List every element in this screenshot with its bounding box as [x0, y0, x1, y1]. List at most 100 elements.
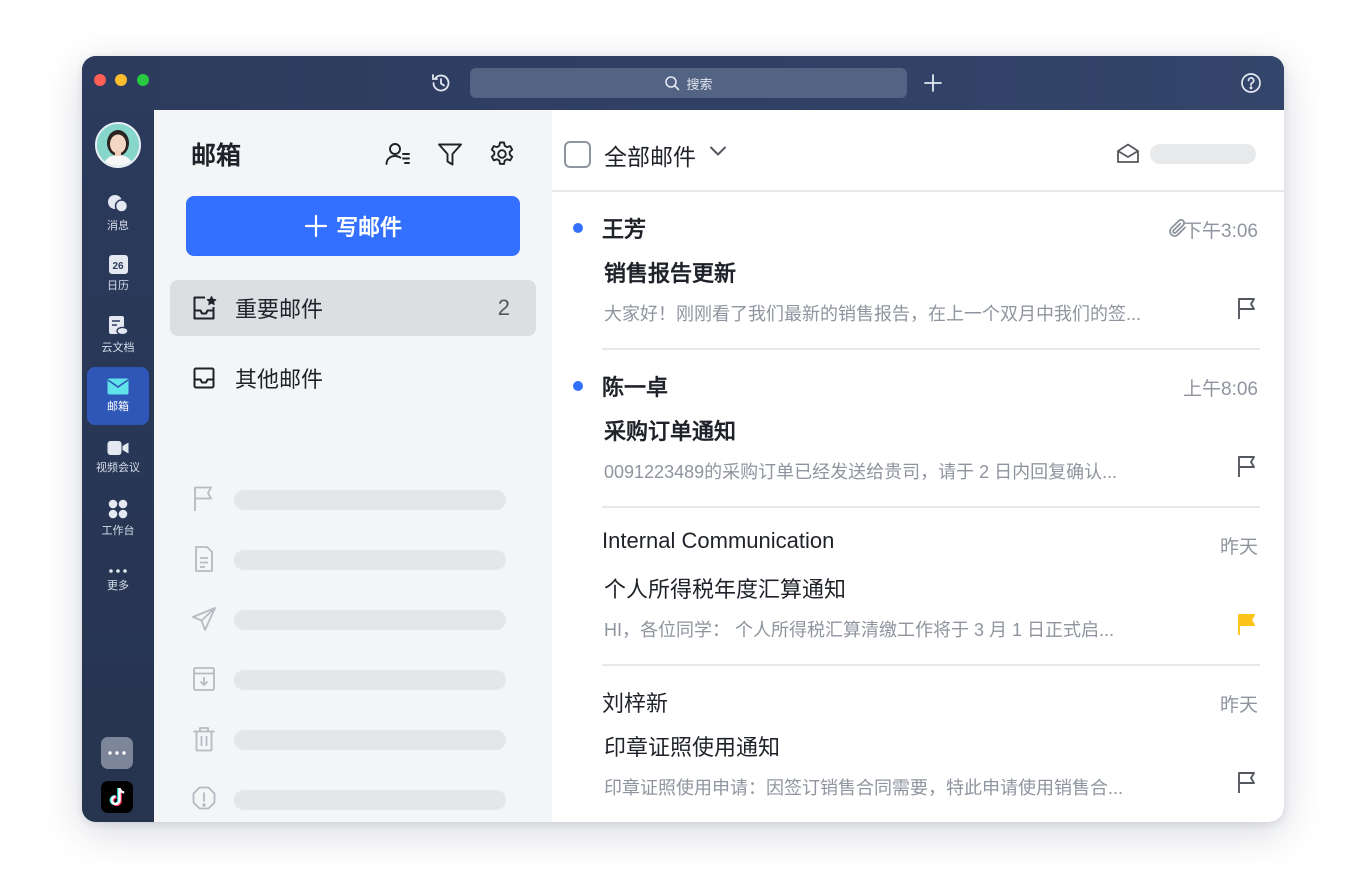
- mark-read-envelope-icon[interactable]: [1116, 142, 1140, 164]
- tiktok-logo-icon: [109, 787, 125, 807]
- history-icon[interactable]: [428, 70, 454, 96]
- rail-item-workbench[interactable]: 工作台: [87, 489, 149, 547]
- mail-preview: 0091223489的采购订单已经发送给贵司，请于 2 日内回复确认...: [604, 462, 1118, 482]
- rail-item-messages[interactable]: 消息: [87, 184, 149, 242]
- mail-time: 上午8:06: [1183, 379, 1258, 400]
- calendar-date-badge: 26: [112, 261, 124, 272]
- mail-time: 昨天: [1219, 695, 1258, 716]
- folder-trash-placeholder[interactable]: [190, 724, 506, 754]
- rail-item-mail[interactable]: 邮箱: [87, 367, 149, 425]
- warning-icon: [192, 786, 216, 810]
- avatar[interactable]: [95, 122, 141, 168]
- mail-list-header: 全部邮件: [552, 110, 1284, 192]
- rail-item-label: 更多: [107, 579, 129, 592]
- video-camera-icon: [107, 440, 129, 455]
- placeholder-pill: [1150, 144, 1256, 164]
- gear-icon[interactable]: [488, 140, 516, 168]
- flag-filled-icon[interactable]: [1236, 612, 1258, 636]
- more-dots-icon: [109, 568, 127, 573]
- mail-subject: 印章证照使用通知: [604, 735, 781, 760]
- rail-item-label: 视频会议: [96, 461, 140, 474]
- folder-label: 其他邮件: [235, 367, 324, 392]
- mail-list-panel: 全部邮件 王芳 下午3:06 销售报告更新 大家好！刚刚看了我们最新的销售报告，…: [552, 110, 1284, 822]
- folder-label: 重要邮件: [235, 297, 324, 322]
- flag-icon[interactable]: [1236, 770, 1258, 794]
- rail-item-label: 日历: [107, 280, 129, 292]
- rail-item-docs[interactable]: 云文档: [87, 306, 149, 364]
- placeholder-bar: [234, 790, 506, 810]
- placeholder-bar: [234, 490, 506, 510]
- placeholder-bar: [234, 610, 506, 630]
- app-window: 搜索 消息 26 日历 云文档 邮箱 视频会议 工作台 更多 邮箱 写邮件 重要…: [82, 56, 1284, 822]
- calendar-icon: 26: [108, 255, 128, 274]
- close-window-button[interactable]: [94, 74, 106, 86]
- unread-dot: [573, 223, 583, 233]
- document-icon: [195, 546, 213, 572]
- folder-drafts-placeholder[interactable]: [190, 544, 506, 574]
- rail-item-more[interactable]: 更多: [87, 551, 149, 609]
- mail-subject: 个人所得税年度汇算通知: [604, 577, 847, 602]
- mail-time: 昨天: [1219, 537, 1258, 558]
- search-placeholder: 搜索: [686, 76, 713, 92]
- chevron-down-icon[interactable]: [708, 144, 728, 158]
- folder-sent-placeholder[interactable]: [190, 604, 506, 634]
- search-icon: [665, 76, 680, 91]
- unread-dot: [573, 381, 583, 391]
- mail-row[interactable]: 陈一卓 上午8:06 采购订单通知 0091223489的采购订单已经发送给贵司…: [552, 350, 1284, 508]
- maximize-window-button[interactable]: [137, 74, 149, 86]
- folder-archive-placeholder[interactable]: [190, 664, 506, 694]
- rail-item-label: 邮箱: [107, 401, 129, 413]
- filter-icon[interactable]: [436, 140, 464, 168]
- mail-filter-label[interactable]: 全部邮件: [604, 138, 696, 172]
- plus-icon: [304, 214, 328, 238]
- mail-sender: 王芳: [602, 217, 647, 242]
- select-all-checkbox[interactable]: [564, 141, 591, 168]
- rail-item-calendar[interactable]: 26 日历: [87, 245, 149, 303]
- flag-icon[interactable]: [1236, 296, 1258, 320]
- send-icon: [192, 607, 216, 631]
- trash-icon: [193, 727, 215, 752]
- starred-inbox-icon: [193, 296, 217, 320]
- inbox-icon: [193, 367, 215, 389]
- folder-flagged-placeholder[interactable]: [190, 484, 506, 514]
- rail-item-label: 消息: [107, 219, 129, 232]
- title-bar: 搜索: [82, 56, 1284, 110]
- rail-item-label: 云文档: [101, 342, 135, 354]
- placeholder-bar: [234, 730, 506, 750]
- compose-label: 写邮件: [335, 215, 402, 240]
- mail-preview: 印章证照使用申请：因签订销售合同需要，特此申请使用销售合...: [604, 778, 1123, 798]
- minimize-window-button[interactable]: [115, 74, 127, 86]
- folder-other[interactable]: 其他邮件: [170, 350, 536, 406]
- mail-sidebar: 邮箱 写邮件 重要邮件 2 其他邮件: [154, 110, 552, 822]
- flag-icon[interactable]: [1236, 454, 1258, 478]
- douyin-app-button[interactable]: [101, 781, 133, 813]
- chat-icon: [108, 194, 129, 213]
- help-icon[interactable]: [1238, 70, 1264, 96]
- compose-button[interactable]: 写邮件: [186, 196, 520, 256]
- mail-sender: 刘梓新: [602, 691, 669, 716]
- mail-icon: [107, 378, 129, 395]
- mail-row[interactable]: 刘梓新 昨天 印章证照使用通知 印章证照使用申请：因签订销售合同需要，特此申请使…: [552, 666, 1284, 822]
- ellipsis-icon: [108, 751, 126, 755]
- more-apps-button[interactable]: [101, 737, 133, 769]
- rail-item-label: 工作台: [101, 524, 135, 537]
- search-input[interactable]: 搜索: [470, 68, 907, 98]
- cloud-doc-icon: [108, 316, 129, 336]
- archive-icon: [193, 667, 215, 691]
- mail-subject: 销售报告更新: [604, 261, 737, 286]
- mail-row[interactable]: 王芳 下午3:06 销售报告更新 大家好！刚刚看了我们最新的销售报告，在上一个双…: [552, 192, 1284, 350]
- mail-sender: Internal Communication: [602, 528, 835, 553]
- placeholder-bar: [234, 550, 506, 570]
- folder-count-badge: 2: [497, 295, 510, 320]
- contacts-icon[interactable]: [384, 140, 412, 168]
- grid-apps-icon: [108, 499, 128, 518]
- mail-row[interactable]: Internal Communication 昨天 个人所得税年度汇算通知 HI…: [552, 508, 1284, 666]
- mail-subject: 采购订单通知: [604, 419, 737, 444]
- folder-important[interactable]: 重要邮件 2: [170, 280, 536, 336]
- page-title: 邮箱: [191, 142, 242, 170]
- folder-spam-placeholder[interactable]: [190, 784, 506, 814]
- mail-preview: 大家好！刚刚看了我们最新的销售报告，在上一个双月中我们的签...: [604, 304, 1141, 324]
- rail-item-video-meeting[interactable]: 视频会议: [87, 428, 149, 486]
- plus-icon[interactable]: [920, 70, 946, 96]
- placeholder-bar: [234, 670, 506, 690]
